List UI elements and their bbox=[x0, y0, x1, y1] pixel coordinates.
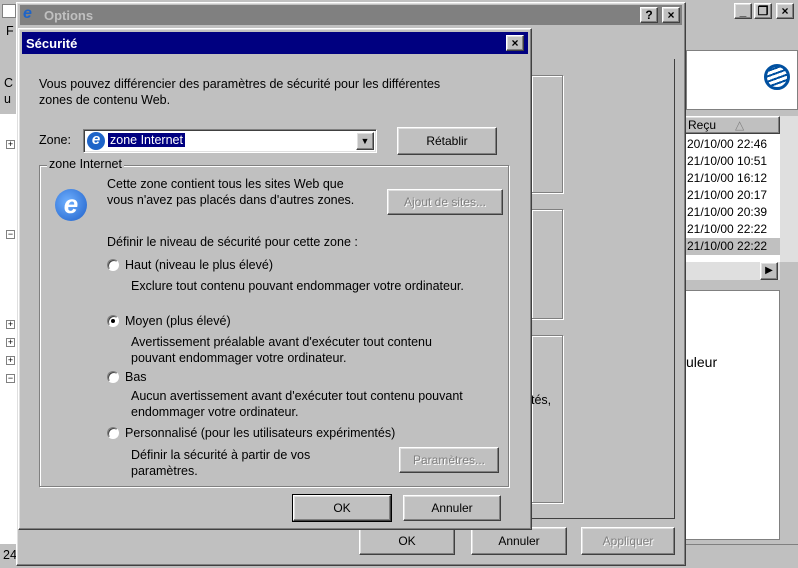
list-item[interactable]: 21/10/00 16:12 bbox=[684, 170, 780, 187]
radio-high[interactable] bbox=[107, 259, 119, 271]
intro-line-2: zones de contenu Web. bbox=[39, 93, 171, 107]
option-low-desc-2: endommager votre ordinateur. bbox=[131, 405, 299, 419]
column-header-label: Reçu bbox=[688, 118, 717, 132]
tree-expand-icon[interactable]: + bbox=[6, 320, 15, 329]
option-medium-label[interactable]: Moyen (plus élevé) bbox=[125, 314, 231, 328]
help-icon[interactable]: ? bbox=[640, 7, 658, 23]
sort-up-icon: △ bbox=[735, 118, 745, 132]
list-item[interactable]: 21/10/00 20:39 bbox=[684, 204, 780, 221]
vertical-scrollbar[interactable] bbox=[780, 116, 798, 262]
options-apply-button[interactable]: Appliquer bbox=[581, 527, 675, 555]
app-icon bbox=[2, 4, 16, 18]
radio-medium[interactable] bbox=[107, 315, 119, 327]
ok-button[interactable]: OK bbox=[292, 494, 392, 522]
security-dialog: Sécurité × Vous pouvez différencier des … bbox=[18, 28, 532, 530]
restore-icon[interactable]: ❐ bbox=[754, 3, 772, 19]
list-item[interactable]: 20/10/00 22:46 bbox=[684, 136, 780, 153]
group-label: zone Internet bbox=[47, 157, 124, 171]
options-close-icon[interactable]: × bbox=[662, 7, 680, 23]
option-custom-desc-2: paramètres. bbox=[131, 464, 198, 478]
left-label-1: C bbox=[4, 76, 14, 90]
options-cancel-button[interactable]: Annuler bbox=[471, 527, 567, 555]
globe-logo-icon bbox=[764, 64, 790, 90]
options-partial-text: tés, bbox=[531, 393, 552, 407]
intro-line-1: Vous pouvez différencier des paramètres … bbox=[39, 77, 441, 91]
options-titlebar: e Options ? × bbox=[20, 5, 682, 25]
tree-collapse-icon[interactable]: − bbox=[6, 374, 15, 383]
options-title: Options bbox=[44, 8, 94, 23]
settings-button[interactable]: Paramètres... bbox=[399, 447, 499, 473]
option-custom-desc-1: Définir la sécurité à partir de vos bbox=[131, 448, 311, 462]
preview-text: uleur bbox=[686, 354, 718, 370]
menu-file[interactable]: F bbox=[6, 24, 14, 38]
minimize-icon[interactable]: _ bbox=[734, 3, 752, 19]
scroll-right-icon[interactable]: ▶ bbox=[760, 262, 778, 280]
zone-ie-icon: e bbox=[87, 132, 105, 150]
option-high-label[interactable]: Haut (niveau le plus élevé) bbox=[125, 258, 273, 272]
security-title: Sécurité bbox=[26, 36, 78, 51]
security-close-icon[interactable]: × bbox=[506, 35, 524, 51]
column-header-received[interactable]: Reçu △ bbox=[684, 116, 780, 134]
option-medium-desc-2: pouvant endommager votre ordinateur. bbox=[131, 351, 347, 365]
horizontal-scrollbar[interactable]: ▶ bbox=[684, 262, 780, 280]
tree-collapse-icon[interactable]: − bbox=[6, 230, 15, 239]
cancel-button[interactable]: Annuler bbox=[403, 495, 501, 521]
reset-button[interactable]: Rétablir bbox=[397, 127, 497, 155]
list-item[interactable]: 21/10/00 10:51 bbox=[684, 153, 780, 170]
list-item[interactable]: 21/10/00 20:17 bbox=[684, 187, 780, 204]
left-label-2: u bbox=[4, 92, 11, 106]
status-bar bbox=[684, 544, 798, 566]
radio-low[interactable] bbox=[107, 371, 119, 383]
chevron-down-icon[interactable]: ▼ bbox=[356, 132, 374, 150]
list-item[interactable]: 21/10/00 22:22 bbox=[684, 221, 780, 238]
zone-select-value: zone Internet bbox=[108, 133, 185, 147]
list-item[interactable]: 21/10/00 22:22 bbox=[684, 238, 780, 255]
message-list[interactable]: Reçu △ 20/10/00 22:46 21/10/00 10:51 21/… bbox=[684, 116, 780, 262]
option-high-desc: Exclure tout contenu pouvant endommager … bbox=[131, 279, 464, 293]
ie-icon: e bbox=[23, 5, 32, 22]
tree-expand-icon[interactable]: + bbox=[6, 140, 15, 149]
tree-expand-icon[interactable]: + bbox=[6, 356, 15, 365]
preview-pane bbox=[684, 290, 780, 540]
option-low-label[interactable]: Bas bbox=[125, 370, 147, 384]
close-icon[interactable]: × bbox=[776, 3, 794, 19]
option-custom-label[interactable]: Personnalisé (pour les utilisateurs expé… bbox=[125, 426, 395, 440]
internet-zone-icon: e bbox=[55, 189, 87, 221]
radio-custom[interactable] bbox=[107, 427, 119, 439]
option-low-desc-1: Aucun avertissement avant d'exécuter tou… bbox=[131, 389, 463, 403]
level-prompt: Définir le niveau de sécurité pour cette… bbox=[107, 235, 358, 249]
zone-desc-line-1: Cette zone contient tous les sites Web q… bbox=[107, 177, 344, 191]
zone-select[interactable]: e zone Internet ▼ bbox=[83, 129, 377, 153]
add-sites-button[interactable]: Ajout de sites... bbox=[387, 189, 503, 215]
options-tab-panel bbox=[515, 59, 675, 519]
option-medium-desc-1: Avertissement préalable avant d'exécuter… bbox=[131, 335, 432, 349]
zone-desc-line-2: vous n'avez pas placés dans d'autres zon… bbox=[107, 193, 355, 207]
zone-label: Zone: bbox=[39, 133, 71, 147]
reset-button-label: Rétablir bbox=[426, 134, 468, 148]
options-ok-button[interactable]: OK bbox=[359, 527, 455, 555]
security-titlebar: Sécurité × bbox=[22, 32, 528, 54]
tree-expand-icon[interactable]: + bbox=[6, 338, 15, 347]
status-number: 24 bbox=[3, 548, 17, 562]
